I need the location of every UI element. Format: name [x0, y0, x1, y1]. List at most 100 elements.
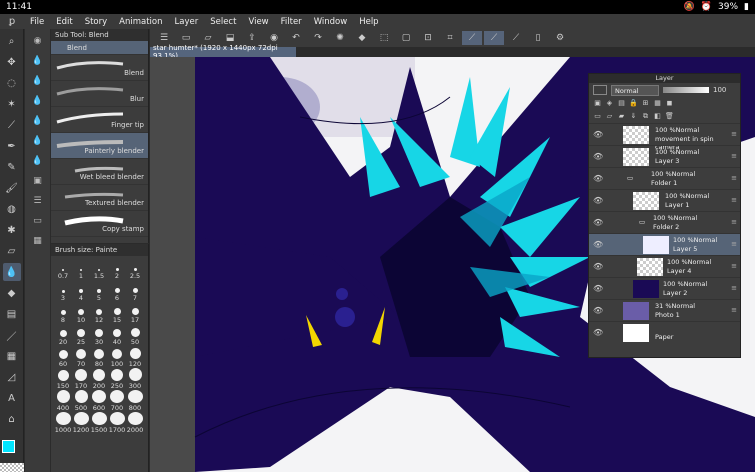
transparent-swatch[interactable]	[0, 463, 24, 472]
brush-item-blur[interactable]: Blur	[51, 81, 148, 107]
new-vector-icon[interactable]: ▱	[605, 112, 614, 121]
brush-size-preset[interactable]: 60	[54, 346, 72, 368]
undo-icon[interactable]: ↶	[286, 31, 306, 45]
brush-size-preset[interactable]: 300	[126, 368, 144, 390]
brush-icon[interactable]: 🖌	[3, 179, 21, 197]
brush-size-preset[interactable]: 80	[90, 346, 108, 368]
brush-size-preset[interactable]: 17	[126, 302, 144, 324]
layer-menu-icon[interactable]: ≡	[731, 130, 737, 138]
mask-icon[interactable]: ▦	[653, 99, 662, 108]
menu-layer[interactable]: Layer	[169, 17, 205, 27]
layer-menu-icon[interactable]: ≡	[731, 262, 737, 270]
visibility-eye-icon[interactable]: 👁	[593, 218, 603, 227]
stabilizer-icon[interactable]: ⟋	[484, 31, 504, 45]
new-icon[interactable]: ▭	[176, 31, 196, 45]
sub-blend-icon[interactable]: ◉	[29, 33, 47, 49]
brush-size-preset[interactable]: 2.5	[126, 258, 144, 280]
brush-size-preset[interactable]: 400	[54, 390, 72, 412]
device-icon[interactable]: ▯	[528, 31, 548, 45]
layer-color-box[interactable]	[593, 85, 607, 95]
menu-window[interactable]: Window	[308, 17, 354, 27]
menu-story[interactable]: Story	[79, 17, 113, 27]
folder-row[interactable]: 👁 ▭ 100 %Normal Folder 2 ≡	[589, 211, 740, 233]
visibility-eye-icon[interactable]: 👁	[593, 240, 603, 249]
sub-list-icon[interactable]: ☰	[29, 193, 47, 209]
zoom-icon[interactable]: ⌕	[3, 32, 21, 50]
brush-size-preset[interactable]: 50	[126, 324, 144, 346]
visibility-eye-icon[interactable]: 👁	[593, 130, 603, 139]
brush-size-preset[interactable]: 30	[90, 324, 108, 346]
brush-size-preset[interactable]: 2000	[126, 412, 144, 434]
main-color-swatch[interactable]	[2, 440, 15, 453]
brush-size-preset[interactable]: 20	[54, 324, 72, 346]
layer-row[interactable]: 👁 100 %Normal Layer 2 ≡	[589, 277, 740, 299]
layer-menu-icon[interactable]: ≡	[731, 306, 737, 314]
brush-item-wet-bleed-blender[interactable]: Wet bleed blender	[51, 159, 148, 185]
visibility-eye-icon[interactable]: 👁	[593, 306, 603, 315]
duplicate-icon[interactable]: ⧉	[641, 112, 650, 121]
add-mask-icon[interactable]: ◧	[653, 112, 662, 121]
layer-menu-icon[interactable]: ≡	[731, 240, 737, 248]
opacity-slider[interactable]	[663, 87, 709, 93]
text-icon[interactable]: A	[3, 389, 21, 407]
brush-item-painterly-blender[interactable]: Painterly blender	[51, 133, 148, 159]
decoration-icon[interactable]: ✱	[3, 221, 21, 239]
export-icon[interactable]: ⇪	[242, 31, 262, 45]
brush-size-preset[interactable]: 2	[108, 258, 126, 280]
draft-icon[interactable]: ▤	[617, 99, 626, 108]
eyedropper-icon[interactable]: ⟋	[3, 116, 21, 134]
visibility-eye-icon[interactable]: 👁	[593, 262, 603, 271]
lock-alpha-icon[interactable]: ⊞	[641, 99, 650, 108]
sub-tool-group-blend[interactable]: Blend	[51, 41, 148, 55]
sub-blend-variant-icon[interactable]: 💧	[29, 53, 47, 69]
sub-blur-icon[interactable]: 💧	[29, 73, 47, 89]
brush-size-preset[interactable]: 4	[72, 280, 90, 302]
layer-menu-icon[interactable]: ≡	[731, 174, 737, 182]
blend-tool-icon[interactable]: 💧	[2, 263, 21, 281]
menu-view[interactable]: View	[242, 17, 274, 27]
menu-filter[interactable]: Filter	[275, 17, 308, 27]
pen-icon[interactable]: ✒	[3, 137, 21, 155]
sub-finger-icon[interactable]: 💧	[29, 93, 47, 109]
brush-size-preset[interactable]: 150	[54, 368, 72, 390]
clear-icon[interactable]: ✺	[330, 31, 350, 45]
brush-size-preset[interactable]: 6	[108, 280, 126, 302]
redo-icon[interactable]: ↷	[308, 31, 328, 45]
brush-size-preset[interactable]: 1000	[54, 412, 72, 434]
brush-size-preset[interactable]: 600	[90, 390, 108, 412]
menu-icon[interactable]: ☰	[154, 31, 174, 45]
frame-icon[interactable]: ▦	[3, 347, 21, 365]
layer-row-selected[interactable]: 👁 100 %Normal Layer 5 ≡	[589, 233, 740, 255]
sub-texture-icon[interactable]: 💧	[29, 153, 47, 169]
sub-stamp-icon[interactable]: ▣	[29, 173, 47, 189]
brush-size-preset[interactable]: 1500	[90, 412, 108, 434]
visibility-eye-icon[interactable]: 👁	[593, 284, 603, 293]
color-icon[interactable]: ◼	[665, 99, 674, 108]
brush-size-preset[interactable]: 25	[72, 324, 90, 346]
visibility-eye-icon[interactable]: 👁	[593, 328, 603, 337]
brush-size-preset[interactable]: 250	[108, 368, 126, 390]
move-icon[interactable]: ✥	[3, 53, 21, 71]
reference-icon[interactable]: ◈	[605, 99, 614, 108]
brush-size-preset[interactable]: 70	[72, 346, 90, 368]
opacity-value[interactable]: 100	[713, 86, 726, 94]
cloud-icon[interactable]: ◉	[264, 31, 284, 45]
layer-menu-icon[interactable]: ≡	[731, 284, 737, 292]
brush-item-textured-blender[interactable]: Textured blender	[51, 185, 148, 211]
pen-pressure-icon[interactable]: ⟋	[462, 31, 482, 45]
eraser-icon[interactable]: ▱	[3, 242, 21, 260]
layer-row[interactable]: 👁 100 %Normal Layer 3 ≡	[589, 145, 740, 167]
lasso-icon[interactable]: ◌	[3, 74, 21, 92]
ruler-icon[interactable]: ◿	[3, 368, 21, 386]
brush-item-finger-tip[interactable]: Finger tip	[51, 107, 148, 133]
brush-size-preset[interactable]: 7	[126, 280, 144, 302]
layer-row[interactable]: 👁 31 %Normal Photo 1 ≡	[589, 299, 740, 321]
save-icon[interactable]: ⬓	[220, 31, 240, 45]
brush-size-preset[interactable]: 15	[108, 302, 126, 324]
brush-size-preset[interactable]: 1	[72, 258, 90, 280]
sub-paint-icon[interactable]: 💧	[29, 113, 47, 129]
folder-row[interactable]: 👁 ▭ 100 %Normal Folder 1 ≡	[589, 167, 740, 189]
gradient-icon[interactable]: ▤	[3, 305, 21, 323]
menu-select[interactable]: Select	[204, 17, 242, 27]
color-indicator[interactable]	[0, 438, 24, 472]
